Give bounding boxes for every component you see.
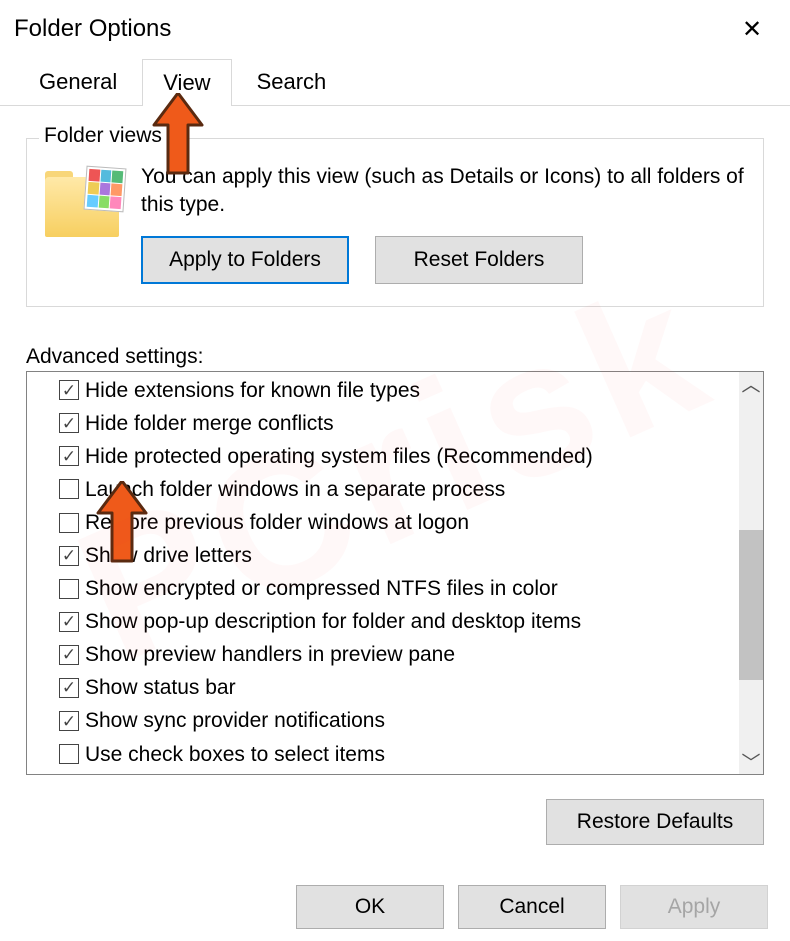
list-item-label: Show drive letters [85, 540, 252, 571]
folder-views-group: Folder views You can apply this view (su… [26, 138, 764, 307]
checkbox[interactable] [59, 380, 79, 400]
list-item-label: Hide folder merge conflicts [85, 408, 334, 439]
list-item-label: Show preview handlers in preview pane [85, 639, 455, 670]
list-item[interactable]: Show preview handlers in preview pane [59, 638, 739, 671]
list-item-label: Hide protected operating system files (R… [85, 441, 593, 472]
scroll-down-icon[interactable]: ﹀ [739, 750, 763, 774]
apply-to-folders-button[interactable]: Apply to Folders [141, 236, 349, 284]
dialog-footer: OK Cancel Apply [296, 885, 768, 929]
reset-folders-button[interactable]: Reset Folders [375, 236, 583, 284]
list-item[interactable]: Use check boxes to select items [59, 738, 739, 771]
checkbox[interactable] [59, 446, 79, 466]
list-item-label: Launch folder windows in a separate proc… [85, 474, 505, 505]
list-item-label: Use Sharing Wizard (Recommended) [85, 772, 434, 774]
checkbox[interactable] [59, 579, 79, 599]
list-item-label: Restore previous folder windows at logon [85, 507, 469, 538]
list-item[interactable]: Hide folder merge conflicts [59, 407, 739, 440]
tab-view[interactable]: View [142, 59, 231, 106]
checkbox[interactable] [59, 546, 79, 566]
list-item[interactable]: Launch folder windows in a separate proc… [59, 473, 739, 506]
list-item[interactable]: Hide protected operating system files (R… [59, 440, 739, 473]
checkbox[interactable] [59, 612, 79, 632]
list-item[interactable]: Use Sharing Wizard (Recommended) [59, 771, 739, 774]
list-item-label: Show status bar [85, 672, 236, 703]
checkbox[interactable] [59, 711, 79, 731]
advanced-settings-label: Advanced settings: [26, 345, 764, 369]
apply-button[interactable]: Apply [620, 885, 768, 929]
scroll-up-icon[interactable]: ︿ [739, 372, 763, 396]
checkbox[interactable] [59, 413, 79, 433]
list-item[interactable]: Show pop-up description for folder and d… [59, 605, 739, 638]
tab-search[interactable]: Search [236, 58, 348, 105]
checkbox[interactable] [59, 479, 79, 499]
folder-views-description: You can apply this view (such as Details… [141, 163, 745, 220]
tab-strip: General View Search [0, 58, 790, 106]
list-item-label: Hide extensions for known file types [85, 375, 420, 406]
list-item-label: Show sync provider notifications [85, 705, 385, 736]
close-icon[interactable]: ✕ [728, 15, 776, 44]
advanced-settings-list: Hide extensions for known file typesHide… [26, 371, 764, 775]
tab-general[interactable]: General [18, 58, 138, 105]
list-item[interactable]: Show encrypted or compressed NTFS files … [59, 572, 739, 605]
scroll-thumb[interactable] [739, 530, 763, 680]
scroll-track[interactable] [739, 396, 763, 750]
list-item[interactable]: Restore previous folder windows at logon [59, 506, 739, 539]
window-title: Folder Options [14, 15, 728, 43]
advanced-scrollbar[interactable]: ︿ ﹀ [739, 372, 763, 774]
checkbox[interactable] [59, 645, 79, 665]
list-item-label: Show encrypted or compressed NTFS files … [85, 573, 558, 604]
list-item[interactable]: Show drive letters [59, 539, 739, 572]
list-item-label: Show pop-up description for folder and d… [85, 606, 581, 637]
list-item-label: Use check boxes to select items [85, 739, 385, 770]
list-item[interactable]: Show sync provider notifications [59, 704, 739, 737]
restore-defaults-button[interactable]: Restore Defaults [546, 799, 764, 845]
checkbox[interactable] [59, 678, 79, 698]
cancel-button[interactable]: Cancel [458, 885, 606, 929]
checkbox[interactable] [59, 513, 79, 533]
ok-button[interactable]: OK [296, 885, 444, 929]
list-item[interactable]: Hide extensions for known file types [59, 374, 739, 407]
folder-views-legend: Folder views [39, 124, 167, 148]
list-item[interactable]: Show status bar [59, 671, 739, 704]
checkbox[interactable] [59, 744, 79, 764]
folder-icon [45, 167, 123, 237]
